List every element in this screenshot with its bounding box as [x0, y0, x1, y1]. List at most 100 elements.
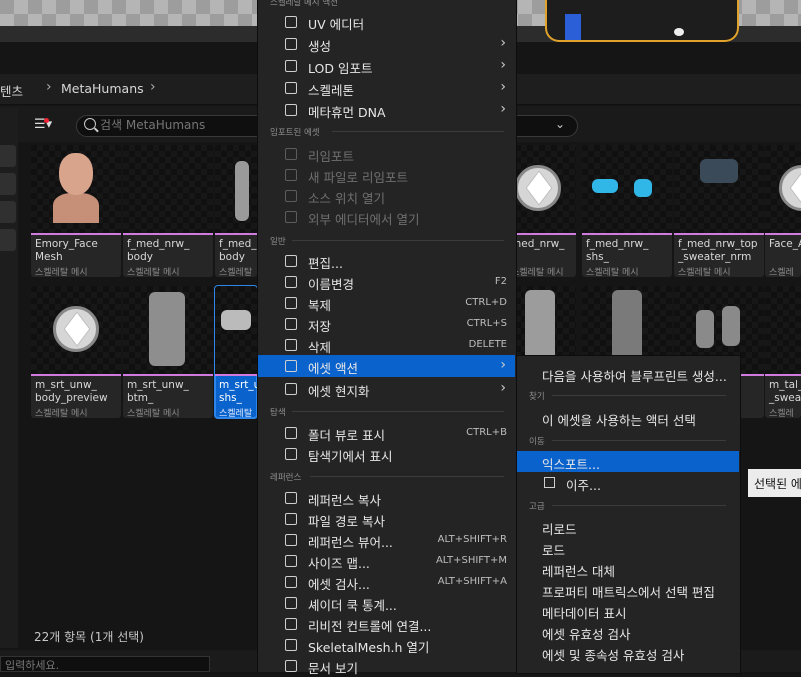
menu-item-open-source-location: 소스 위치 열기: [258, 185, 515, 206]
submenu-item-export[interactable]: 익스포트...: [517, 451, 739, 472]
asset-tile[interactable]: m_srt_unw_ body_preview 스켈레탈 메시: [31, 286, 121, 418]
menu-item-label: 저장: [308, 319, 332, 334]
asset-type: 스켈레탈 메시: [219, 268, 253, 277]
asset-thumbnail: [515, 145, 576, 233]
asset-type: 스켈레탈 메시: [35, 409, 88, 418]
import-icon: [285, 60, 297, 72]
submenu-item-validate-dependencies[interactable]: 에셋 및 종속성 유효성 검사: [517, 642, 739, 663]
breadcrumb-current[interactable]: MetaHumans: [61, 81, 144, 96]
asset-tile[interactable]: f_med_nrw_ shs_ 스켈레탈 메시: [582, 145, 672, 277]
submenu-item-replace-references[interactable]: 레퍼런스 대체: [517, 558, 739, 579]
menu-item-copy-reference[interactable]: 레퍼런스 복사: [258, 487, 515, 508]
menu-item-connect-revision-control[interactable]: 리비전 컨트롤에 연결...: [258, 613, 515, 634]
menu-item-open-header[interactable]: SkeletalMesh.h 열기: [258, 634, 515, 655]
asset-name: m_srt_u shs_: [219, 379, 257, 404]
asset-tile[interactable]: Face_A 스켈레탈: [765, 145, 801, 277]
asset-thumbnail: [765, 286, 801, 374]
asset-name: m_srt_unw_ btm_: [127, 379, 189, 404]
reference-viewer-icon: [285, 534, 297, 546]
menu-item-label: 외부 에디터에서 열기: [308, 212, 420, 227]
asset-tile[interactable]: f_med_nrw_ body 스켈레탈 메시: [123, 145, 213, 277]
external-edit-icon: [285, 211, 297, 223]
menu-item-view-docs[interactable]: 문서 보기: [258, 655, 515, 676]
menu-item-save[interactable]: 저장 CTRL+S: [258, 313, 515, 334]
menu-item-label: 레퍼런스 뷰어...: [308, 535, 393, 550]
menu-item-asset-audit[interactable]: 에셋 검사... ALT+SHIFT+A: [258, 571, 515, 592]
menu-separator: [552, 505, 726, 506]
menu-item-asset-actions[interactable]: 에셋 액션 ›: [258, 355, 515, 377]
menu-item-uv-editor[interactable]: UV 에디터: [258, 11, 515, 32]
source-button[interactable]: [0, 173, 16, 195]
menu-item-label: 삭제: [308, 340, 332, 355]
filter-active-dot: [44, 118, 49, 123]
asset-tile[interactable]: f_med_nrw_top _sweater_nrm 스켈레탈 메시: [674, 145, 764, 277]
asset-type-bar: [31, 374, 121, 376]
folder-search-icon: [285, 448, 297, 460]
submenu-item-label: 에셋 유효성 검사: [542, 627, 631, 642]
menu-item-asset-localization[interactable]: 에셋 현지화 ›: [258, 378, 515, 399]
cpp-file-icon: [285, 639, 297, 651]
menu-item-label: 스켈레톤: [308, 83, 355, 98]
menu-item-reference-viewer[interactable]: 레퍼런스 뷰어... ALT+SHIFT+R: [258, 529, 515, 550]
menu-item-copy-file-path[interactable]: 파일 경로 복사: [258, 508, 515, 529]
submenu-item-select-actors[interactable]: 이 에셋을 사용하는 액터 선택: [517, 407, 739, 428]
asset-tile[interactable]: med_nrw_ 스켈레탈 메시: [515, 145, 576, 277]
submenu-item-create-blueprint[interactable]: 다음을 사용하여 블루프린트 생성...: [517, 363, 739, 384]
search-input[interactable]: [100, 116, 260, 134]
submenu-section-header: 이동: [529, 437, 545, 447]
menu-item-label: 레퍼런스 복사: [308, 493, 381, 508]
menu-item-size-map[interactable]: 사이즈 맵... ALT+SHIFT+M: [258, 550, 515, 571]
menu-item-duplicate[interactable]: 복제 CTRL+D: [258, 292, 515, 313]
submenu-item-reload[interactable]: 리로드: [517, 516, 739, 537]
asset-tile[interactable]: Emory_Face Mesh 스켈레탈 메시: [31, 145, 121, 277]
command-input[interactable]: 입력하세요.: [0, 656, 210, 672]
menu-item-edit[interactable]: 편집...: [258, 250, 515, 271]
source-button[interactable]: [0, 145, 16, 167]
menu-item-shortcut: ALT+SHIFT+A: [437, 576, 507, 587]
source-button[interactable]: [0, 229, 16, 251]
menu-item-show-in-folder-view[interactable]: 폴더 뷰로 표시 CTRL+B: [258, 422, 515, 443]
menu-item-label: 리임포트: [308, 149, 355, 164]
submenu-item-load[interactable]: 로드: [517, 537, 739, 558]
menu-item-rename[interactable]: 이름변경 F2: [258, 271, 515, 292]
book-icon: [285, 660, 297, 672]
menu-item-delete[interactable]: 삭제 DELETE: [258, 334, 515, 355]
menu-item-show-in-explorer[interactable]: 탐색기에서 표시: [258, 443, 515, 464]
asset-tile-selected[interactable]: m_srt_u shs_ 스켈레탈 메: [214, 285, 258, 419]
menu-item-skeleton[interactable]: 스켈레톤 ›: [258, 77, 515, 98]
asset-type: 스켈레탈: [769, 409, 794, 418]
asset-name: m_srt_unw_ body_preview: [35, 379, 108, 404]
source-button[interactable]: [0, 201, 16, 223]
filter-button[interactable]: ☰▾: [34, 117, 64, 133]
submenu-item-migrate[interactable]: 이주...: [517, 472, 739, 493]
submenu-item-show-metadata[interactable]: 메타데이터 표시: [517, 600, 739, 621]
asset-name: f_med_nrw_ shs_: [586, 238, 649, 263]
asset-thumbnail: [31, 286, 121, 374]
menu-item-label: 탐색기에서 표시: [308, 449, 393, 464]
submenu-section-header: 찾기: [529, 392, 545, 402]
submenu-item-label: 익스포트...: [542, 457, 600, 472]
menu-item-metahuman-dna[interactable]: 메타휴먼 DNA ›: [258, 99, 515, 120]
menu-item-open-external-editor: 외부 에디터에서 열기: [258, 206, 515, 227]
breadcrumb-parent[interactable]: 텐츠: [0, 81, 23, 100]
chevron-right-icon: ›: [500, 357, 506, 373]
menu-item-create[interactable]: 생성 ›: [258, 33, 515, 54]
chevron-right-icon: ›: [46, 79, 52, 95]
menu-item-lod-import[interactable]: LOD 임포트 ›: [258, 55, 515, 76]
menu-item-shortcut: F2: [494, 276, 507, 287]
menu-item-label: UV 에디터: [308, 17, 365, 32]
menu-item-shader-cook-stats[interactable]: 셰이더 쿡 통계...: [258, 592, 515, 613]
asset-tile[interactable]: m_tal_ _sweat 스켈레탈: [765, 286, 801, 418]
asset-tile[interactable]: f_med_n body 스켈레탈 메시: [215, 145, 257, 277]
asset-thumbnail: [582, 145, 672, 233]
chevron-down-icon[interactable]: ⌄: [555, 117, 565, 131]
menu-section-header: 탐색: [270, 408, 286, 418]
submenu-item-validate-asset[interactable]: 에셋 유효성 검사: [517, 621, 739, 642]
menu-item-label: 생성: [308, 39, 332, 54]
submenu-item-label: 프로퍼티 매트릭스에서 선택 편집: [542, 585, 715, 600]
menu-item-label: 복제: [308, 298, 332, 313]
chevron-right-icon[interactable]: ›: [150, 79, 156, 95]
submenu-item-property-matrix[interactable]: 프로퍼티 매트릭스에서 선택 편집: [517, 579, 739, 600]
asset-tile[interactable]: m_srt_unw_ btm_ 스켈레탈 메시: [123, 286, 213, 418]
submenu-item-label: 메타데이터 표시: [542, 606, 627, 621]
